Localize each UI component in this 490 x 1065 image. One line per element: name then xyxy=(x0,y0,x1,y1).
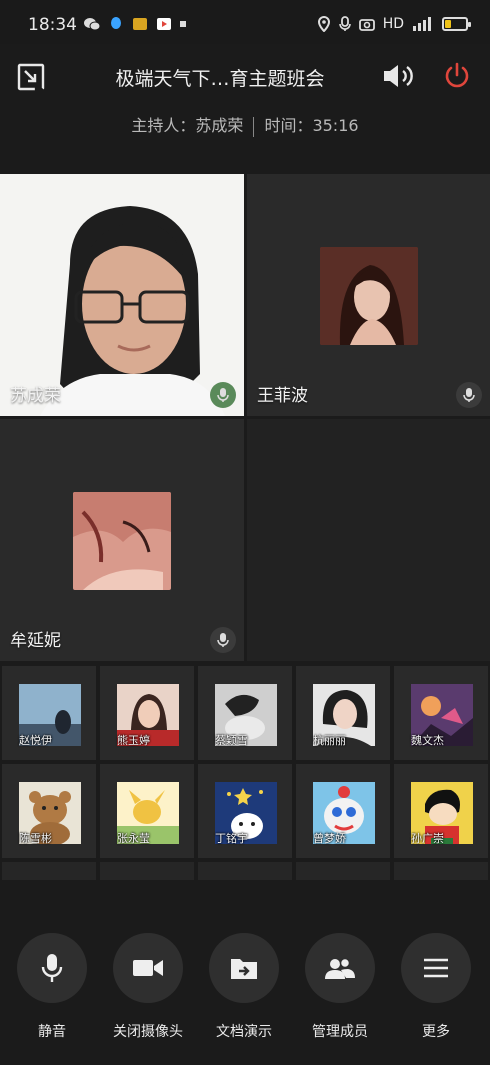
document-share-button[interactable]: 文档演示 xyxy=(196,933,292,1041)
camera-icon xyxy=(133,960,163,976)
mic-icon xyxy=(217,633,229,647)
participant-thumb[interactable]: 赵悦伊 xyxy=(2,666,96,760)
tile-mic-mou xyxy=(210,627,236,653)
mute-label: 静音 xyxy=(38,1024,66,1040)
mic-icon xyxy=(463,388,475,402)
participant-thumb-partial[interactable] xyxy=(100,862,194,880)
more-button-circle[interactable] xyxy=(401,933,471,1003)
tile-name-wang: 王菲波 xyxy=(257,386,308,406)
participant-thumb[interactable]: 蔡颖雪 xyxy=(198,666,292,760)
app-notification-icon xyxy=(133,18,147,30)
manage-members-label: 管理成员 xyxy=(312,1024,368,1040)
mute-button[interactable]: 静音 xyxy=(4,933,100,1041)
battery-fill xyxy=(445,20,451,28)
meeting-timer: 时间：35:16 xyxy=(264,116,359,135)
participant-name: 蔡颖雪 xyxy=(215,734,248,747)
camera-status-icon xyxy=(358,19,375,31)
participant-thumb[interactable]: 熊玉婷 xyxy=(100,666,194,760)
meeting-header: 极端天气下…育主题班会 主持人：苏成荣 时间：35:16 xyxy=(0,44,490,174)
status-bar: 18:34 HD xyxy=(0,0,490,44)
avatar-image xyxy=(73,492,171,590)
video-tile-empty xyxy=(247,419,490,661)
more-label: 更多 xyxy=(422,1024,450,1040)
participant-name: 曾梦娇 xyxy=(313,832,346,845)
video-tile-host[interactable]: 苏成荣 xyxy=(0,174,244,416)
meta-divider xyxy=(253,116,255,137)
dot-icon xyxy=(180,21,186,27)
document-share-label: 文档演示 xyxy=(216,1024,272,1040)
avatar-image xyxy=(320,247,418,345)
document-share-icon xyxy=(231,959,257,979)
qq-icon xyxy=(111,17,121,29)
mic-status-icon xyxy=(338,16,351,31)
video-app-icon xyxy=(157,18,171,30)
participant-name: 赵悦伊 xyxy=(19,734,52,747)
manage-members-button[interactable]: 管理成员 xyxy=(292,933,388,1041)
mute-button-circle[interactable] xyxy=(17,933,87,1003)
menu-icon xyxy=(424,958,448,978)
status-right: HD xyxy=(317,16,471,32)
participant-thumb[interactable]: 张永莹 xyxy=(100,764,194,858)
participant-thumb[interactable]: 孙广崇 xyxy=(394,764,488,858)
participant-thumb[interactable]: 曾梦娇 xyxy=(296,764,390,858)
participant-thumb-partial[interactable] xyxy=(198,862,292,880)
members-icon xyxy=(325,957,355,979)
minimize-window-icon[interactable] xyxy=(16,62,46,92)
status-time: 18:34 xyxy=(28,15,77,35)
mic-icon xyxy=(41,954,63,982)
meeting-title: 极端天气下…育主题班会 xyxy=(115,68,325,90)
camera-off-label: 关闭摄像头 xyxy=(113,1024,183,1040)
participant-name: 杭丽丽 xyxy=(313,734,346,747)
document-share-button-circle[interactable] xyxy=(209,933,279,1003)
tile-mic-host xyxy=(210,382,236,408)
notification-icons xyxy=(84,17,186,31)
host-camera-feed xyxy=(0,174,244,416)
participant-name: 丁铭宇 xyxy=(215,832,248,845)
tile-name-host: 苏成荣 xyxy=(10,386,61,406)
participant-name: 陈雪彬 xyxy=(19,832,52,845)
camera-off-button[interactable]: 关闭摄像头 xyxy=(100,933,196,1041)
participant-thumb-partial[interactable] xyxy=(2,862,96,880)
participant-thumb[interactable]: 陈雪彬 xyxy=(2,764,96,858)
more-button[interactable]: 更多 xyxy=(388,933,484,1041)
participant-thumb[interactable]: 魏文杰 xyxy=(394,666,488,760)
video-tile-wang[interactable]: 王菲波 xyxy=(247,174,490,416)
participant-name: 孙广崇 xyxy=(411,832,444,845)
participant-thumb[interactable]: 丁铭宇 xyxy=(198,764,292,858)
video-tile-mou[interactable]: 牟延妮 xyxy=(0,419,244,661)
power-icon[interactable] xyxy=(442,61,472,91)
host-label: 主持人：苏成荣 xyxy=(131,116,244,135)
control-bar: 静音 关闭摄像头 文档演示 管理成员 更多 xyxy=(0,900,490,1065)
battery-icon xyxy=(442,17,471,31)
signal-icon xyxy=(413,17,431,31)
tile-mic-wang xyxy=(456,382,482,408)
participant-name: 张永莹 xyxy=(117,832,150,845)
participant-thumb-partial[interactable] xyxy=(394,862,488,880)
speaker-icon[interactable] xyxy=(382,62,416,90)
meeting-meta: 主持人：苏成荣 时间：35:16 xyxy=(0,112,490,137)
wechat-icon xyxy=(84,18,100,31)
network-label: HD xyxy=(382,16,404,32)
participant-thumb-partial[interactable] xyxy=(296,862,390,880)
manage-members-button-circle[interactable] xyxy=(305,933,375,1003)
avatar-mou xyxy=(73,492,171,590)
participant-name: 魏文杰 xyxy=(411,734,444,747)
camera-off-button-circle[interactable] xyxy=(113,933,183,1003)
mic-icon xyxy=(217,388,229,402)
participant-name: 熊玉婷 xyxy=(117,734,150,747)
location-icon xyxy=(317,16,330,32)
participant-thumb[interactable]: 杭丽丽 xyxy=(296,666,390,760)
tile-name-mou: 牟延妮 xyxy=(10,631,61,651)
avatar-wang xyxy=(320,247,418,345)
